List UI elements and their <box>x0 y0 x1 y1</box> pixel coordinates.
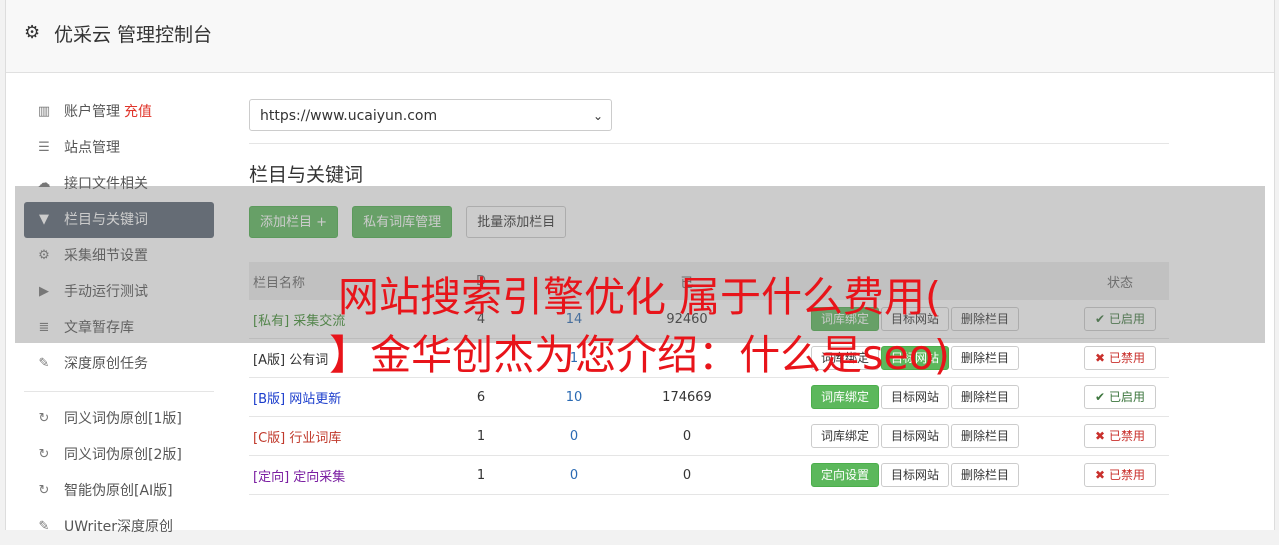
status-toggle[interactable]: ✖ 已禁用 <box>1084 424 1156 448</box>
lexicon-bind-button[interactable]: 词库绑定 <box>811 424 880 448</box>
status-label: 已启用 <box>1108 390 1145 404</box>
status-label: 已禁用 <box>1108 468 1145 482</box>
status-toggle[interactable]: ✖ 已禁用 <box>1084 463 1156 487</box>
row-name[interactable]: [C版] 行业词库 <box>249 416 437 456</box>
status-label: 已禁用 <box>1108 429 1145 443</box>
close-icon: ✖ <box>1095 468 1106 482</box>
delete-column-button[interactable]: 删除栏目 <box>951 463 1020 487</box>
row-spacer <box>1039 416 1071 456</box>
watermark-line1: 网站搜索引擎优化 属于什么费用( <box>337 273 942 321</box>
sidebar-divider <box>24 391 214 392</box>
app-title: 优采云 管理控制台 <box>54 24 213 46</box>
lexicon-bind-button[interactable]: 词库绑定 <box>811 385 880 409</box>
row-tag: [定向] <box>253 469 290 485</box>
row-count1: 1 <box>437 416 525 456</box>
sidebar-item[interactable]: ↻ 同义词伪原创[2版] <box>24 437 214 473</box>
row-count3: 0 <box>623 455 751 495</box>
lexicon-bind-button[interactable]: 定向设置 <box>811 463 880 487</box>
refresh-icon: ↻ <box>38 447 50 462</box>
sidebar-item[interactable]: ↻ 同义词伪原创[1版] <box>24 401 214 437</box>
gear-icon[interactable]: ⚙ <box>24 23 44 43</box>
bar-chart-icon: ▥ <box>37 104 51 119</box>
watermark-text: 网站搜索引擎优化 属于什么费用( 】金华创杰为您介绍：什么是seo) <box>0 268 1279 384</box>
site-select-value: https://www.ucaiyun.com <box>260 108 438 124</box>
divider <box>249 143 1169 144</box>
sidebar-item[interactable]: ☰ 站点管理 <box>24 130 214 166</box>
section-title: 栏目与关键词 <box>249 164 364 186</box>
status-toggle[interactable]: ✔ 已启用 <box>1084 385 1156 409</box>
sidebar-item-label: UWriter深度原创 <box>64 519 173 535</box>
table-row: [定向] 定向采集 1 0 0 定向设置 目标网站 删除栏目 ✖ 已禁用 <box>249 455 1169 495</box>
recharge-link[interactable]: 充值 <box>124 104 152 120</box>
site-select[interactable]: https://www.ucaiyun.com ⌄ <box>249 99 612 131</box>
server-icon: ☰ <box>38 140 50 155</box>
sidebar-item[interactable]: ↻ 智能伪原创[AI版] <box>24 473 214 509</box>
sidebar-item-label: 站点管理 <box>64 140 120 156</box>
row-status-cell: ✖ 已禁用 <box>1071 455 1169 495</box>
row-title: 定向采集 <box>293 469 346 485</box>
row-tag: [B版] <box>253 391 286 407</box>
sidebar-item[interactable]: ✎ UWriter深度原创 <box>24 509 214 545</box>
sidebar-item-label: 智能伪原创[AI版] <box>64 483 173 499</box>
row-name[interactable]: [定向] 定向采集 <box>249 455 437 495</box>
target-site-button[interactable]: 目标网站 <box>881 463 950 487</box>
row-actions: 定向设置 目标网站 删除栏目 <box>751 455 1039 495</box>
target-site-button[interactable]: 目标网站 <box>881 424 950 448</box>
row-title: 网站更新 <box>289 391 342 407</box>
row-count2: 0 <box>525 455 623 495</box>
delete-column-button[interactable]: 删除栏目 <box>951 385 1020 409</box>
check-icon: ✔ <box>1095 390 1106 404</box>
row-count2: 0 <box>525 416 623 456</box>
row-title: 行业词库 <box>289 430 342 446</box>
watermark-line2: 】金华创杰为您介绍：什么是seo) <box>329 331 950 379</box>
row-count3: 0 <box>623 416 751 456</box>
row-count1: 1 <box>437 455 525 495</box>
refresh-icon: ↻ <box>38 411 50 426</box>
table-row: [C版] 行业词库 1 0 0 词库绑定 目标网站 删除栏目 ✖ 已禁用 <box>249 416 1169 456</box>
top-bar: ⚙ 优采云 管理控制台 <box>6 0 1274 73</box>
refresh-icon: ↻ <box>38 483 50 498</box>
row-tag: [C版] <box>253 430 286 446</box>
sidebar-item-label: 同义词伪原创[2版] <box>64 447 182 463</box>
sidebar-item-label: 账户管理 <box>64 104 120 120</box>
edit-icon: ✎ <box>38 519 50 534</box>
sidebar-item-label: 同义词伪原创[1版] <box>64 411 182 427</box>
row-spacer <box>1039 455 1071 495</box>
chevron-down-icon: ⌄ <box>592 109 603 123</box>
delete-column-button[interactable]: 删除栏目 <box>951 424 1020 448</box>
close-icon: ✖ <box>1095 429 1106 443</box>
sidebar-item[interactable]: ▥ 账户管理 充值 <box>24 94 214 130</box>
target-site-button[interactable]: 目标网站 <box>881 385 950 409</box>
row-status-cell: ✖ 已禁用 <box>1071 416 1169 456</box>
row-actions: 词库绑定 目标网站 删除栏目 <box>751 416 1039 456</box>
